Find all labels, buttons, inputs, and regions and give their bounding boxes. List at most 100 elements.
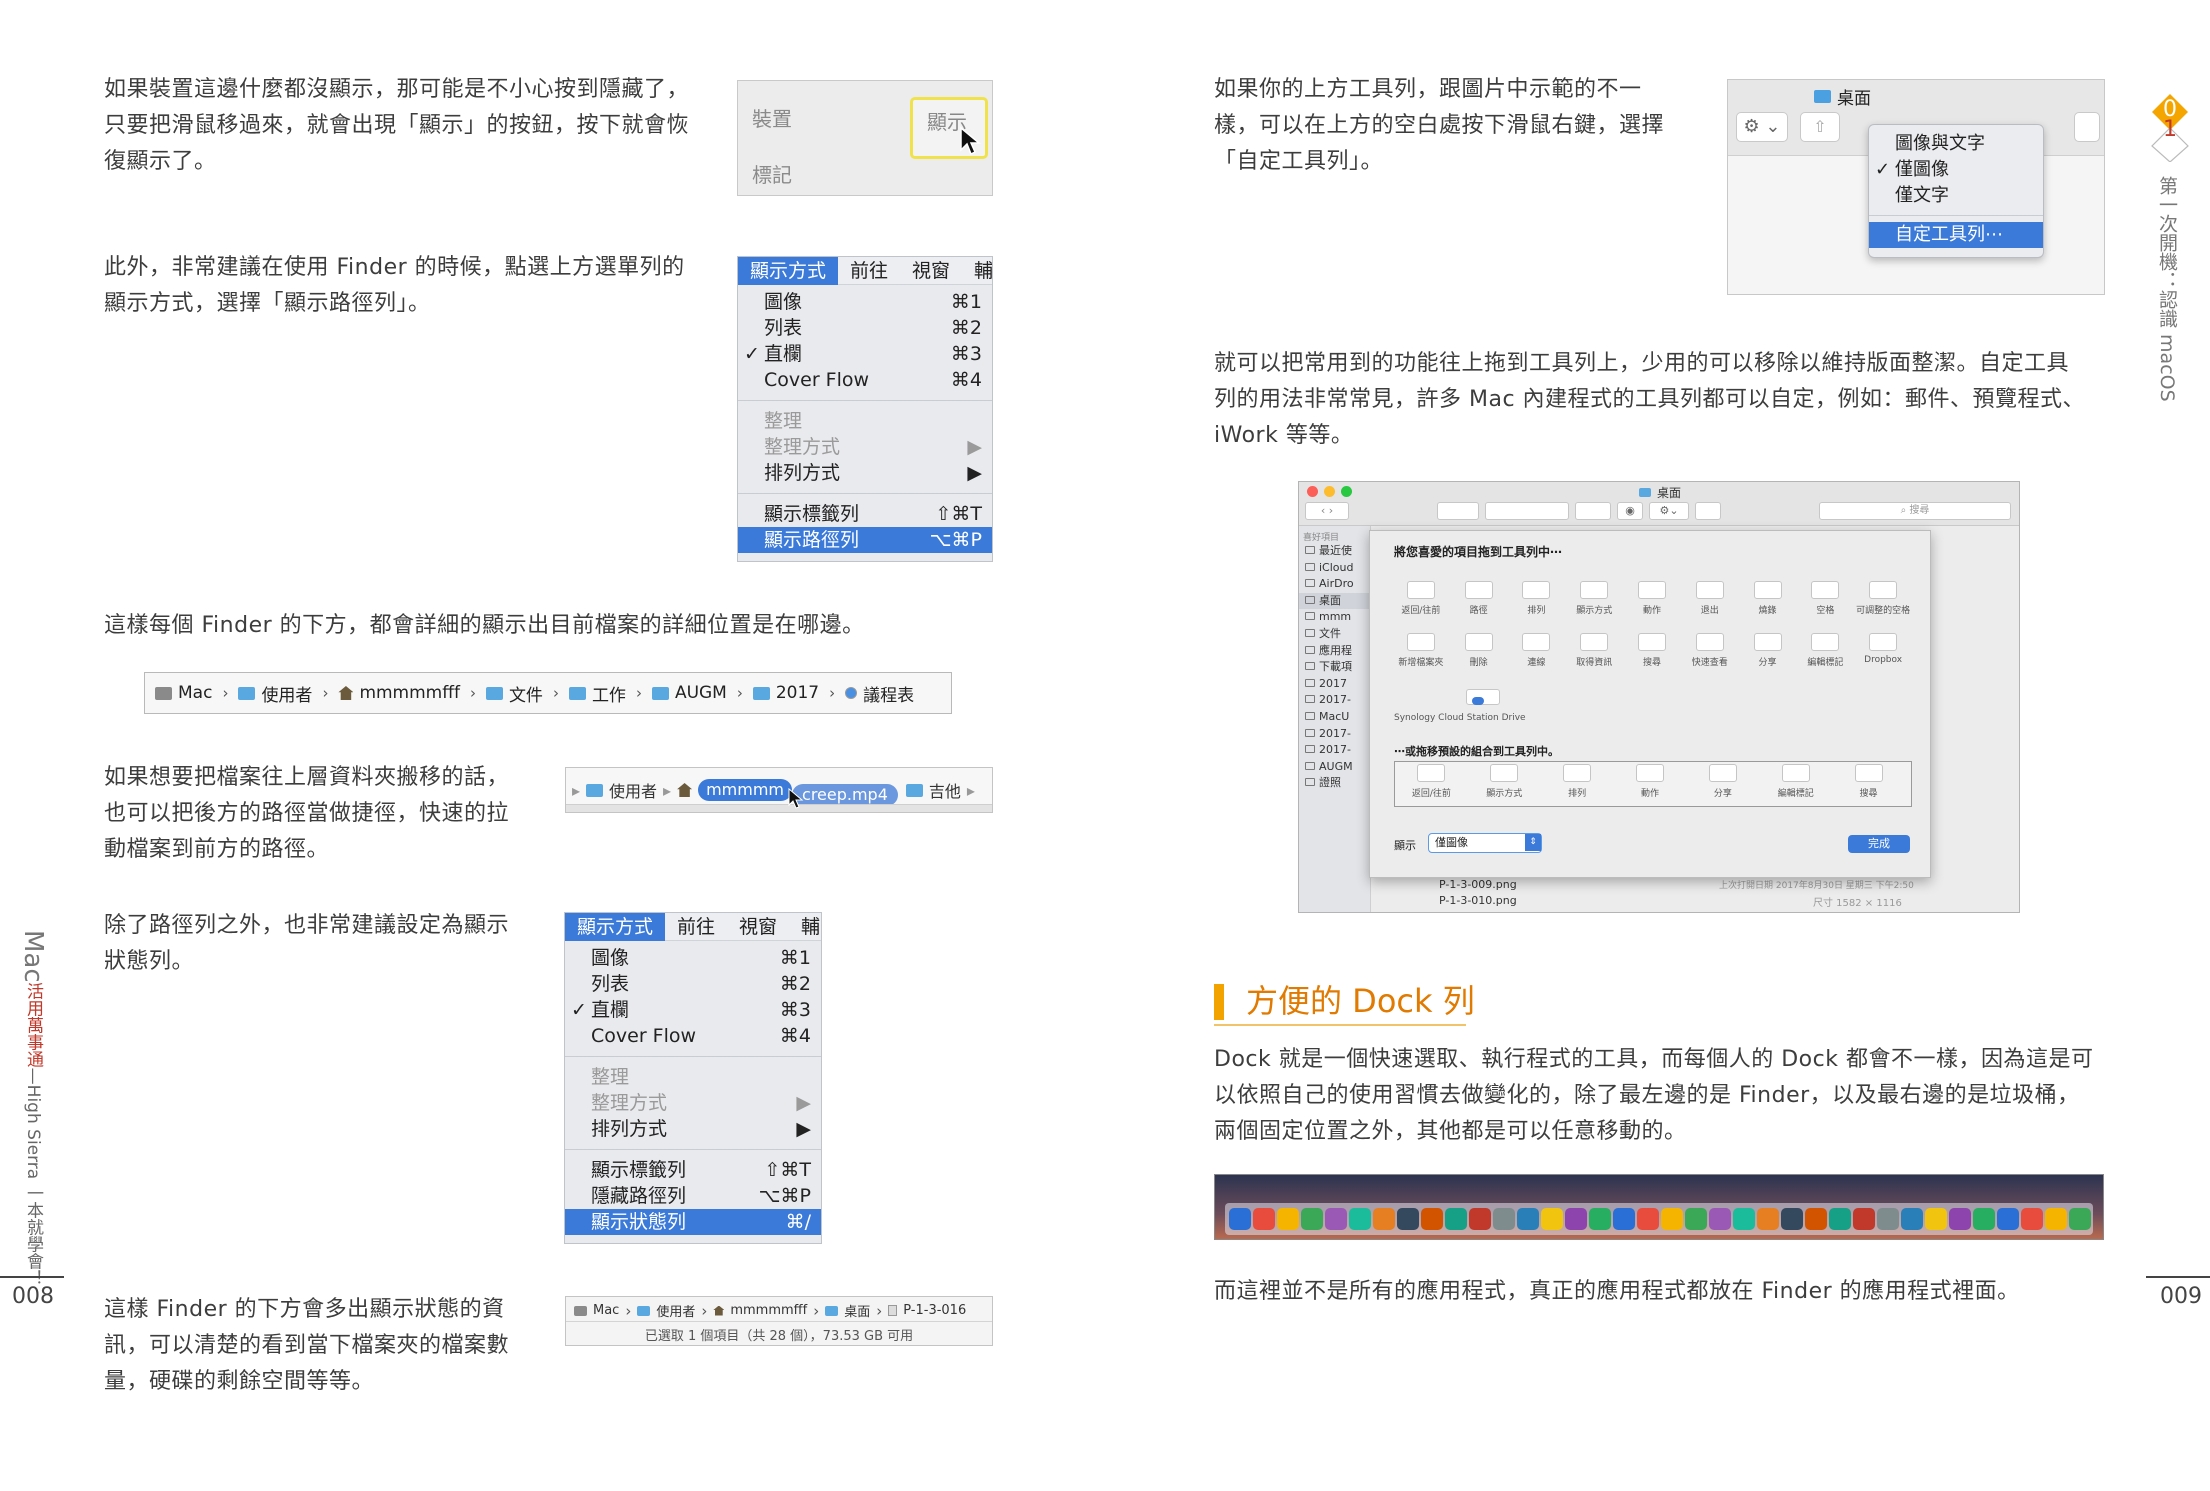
dock-app-icon[interactable] (1517, 1208, 1539, 1230)
dock-app-icon[interactable] (1301, 1208, 1323, 1230)
dock-app-icon[interactable] (2069, 1208, 2091, 1230)
dock-app-icon[interactable] (2045, 1208, 2067, 1230)
dock-app-icon[interactable] (1781, 1208, 1803, 1230)
menu-item-list[interactable]: 列表 ⌘2 (738, 315, 992, 341)
toolbar-item[interactable]: 分享 (1739, 633, 1797, 668)
dock-app-icon[interactable] (1685, 1208, 1707, 1230)
menu-item-icons[interactable]: 圖像 ⌘1 (565, 945, 821, 971)
done-button[interactable]: 完成 (1848, 835, 1910, 853)
menu-item-show-status-bar[interactable]: 顯示狀態列 ⌘/ (565, 1209, 821, 1235)
dock-app-icon[interactable] (1421, 1208, 1443, 1230)
share-icon[interactable]: ⇧ (1800, 112, 1840, 142)
toolbar-item[interactable]: 返回/往前 (1395, 764, 1468, 799)
show-button-highlight[interactable]: 顯示 (910, 97, 988, 159)
toolbar-item[interactable]: 退出 (1681, 581, 1739, 616)
zoom-window-icon[interactable] (1341, 486, 1352, 497)
menu-go[interactable]: 前往 (838, 257, 900, 285)
dock-app-icon[interactable] (1565, 1208, 1587, 1230)
arrange-button[interactable] (1437, 502, 1479, 520)
sidebar-item[interactable]: AUGM (1299, 759, 1370, 776)
toolbar-item[interactable]: 新增檔案夾 (1392, 633, 1450, 668)
menu-go[interactable]: 前往 (665, 913, 727, 941)
eye-icon[interactable]: ◉ (1617, 502, 1643, 520)
dock-app-icon[interactable] (1877, 1208, 1899, 1230)
sidebar-item[interactable]: 2017- (1299, 742, 1370, 759)
menu-item-icon-and-text[interactable]: 圖像與文字 (1869, 131, 2043, 157)
path-item-home[interactable]: mmmmmfff (338, 683, 460, 703)
path-item-mac[interactable]: Mac (155, 683, 212, 703)
share-icon[interactable] (1695, 502, 1721, 520)
dock-app-icon[interactable] (1637, 1208, 1659, 1230)
sidebar-item[interactable]: 文件 (1299, 626, 1370, 643)
search-field[interactable]: ⌕ 搜尋 (1819, 502, 2011, 520)
toolbar-item[interactable]: 分享 (1686, 764, 1759, 799)
sidebar-item[interactable]: mmm (1299, 609, 1370, 626)
path-guitar[interactable]: 吉他 (929, 778, 961, 802)
sidebar-item[interactable]: 2017- (1299, 726, 1370, 743)
toolbar-item[interactable]: 排列 (1541, 764, 1614, 799)
dock-app-icon[interactable] (2021, 1208, 2043, 1230)
toolbar-item[interactable]: 路徑 (1450, 581, 1508, 616)
dock-app-icon[interactable] (1853, 1208, 1875, 1230)
menu-item-list[interactable]: 列表 ⌘2 (565, 971, 821, 997)
toolbar-item[interactable]: 快速查看 (1681, 633, 1739, 668)
dock-app-icon[interactable] (1445, 1208, 1467, 1230)
path-item-work[interactable]: 工作 (568, 681, 626, 706)
toolbar-item[interactable]: 可調整的空格 (1854, 581, 1912, 616)
path-item-augm[interactable]: AUGM (651, 683, 727, 703)
dock-app-icon[interactable] (1277, 1208, 1299, 1230)
default-toolbar-set[interactable]: 返回/往前 顯示方式 排列 動作 分享 編輯標記 搜尋 (1394, 761, 1912, 807)
synology-icon[interactable] (1466, 689, 1500, 705)
gear-icon[interactable]: ⚙⌄ (1649, 502, 1689, 520)
sidebar-item[interactable]: 應用程 (1299, 643, 1370, 660)
sidebar-item[interactable]: 桌面 (1299, 592, 1370, 610)
dock-app-icon[interactable] (1493, 1208, 1515, 1230)
menu-item-show-tab-bar[interactable]: 顯示標籤列 ⇧⌘T (738, 501, 992, 527)
menu-item-sort-by[interactable]: 排列方式 ▶ (738, 460, 992, 486)
path-item-users[interactable]: 使用者 (238, 681, 312, 706)
toolbar-item[interactable]: 編輯標記 (1796, 633, 1854, 668)
dock-app-icon[interactable] (1805, 1208, 1827, 1230)
close-window-icon[interactable] (1307, 486, 1318, 497)
dock-app-icon[interactable] (1901, 1208, 1923, 1230)
menu-item-customize-toolbar[interactable]: 自定工具列⋯ (1869, 222, 2043, 248)
sidebar-item[interactable]: MacU (1299, 709, 1370, 726)
sidebar-item[interactable]: 最近使 (1299, 543, 1370, 560)
toolbar-item[interactable]: Dropbox (1854, 633, 1912, 665)
menu-view[interactable]: 顯示方式 (738, 257, 839, 285)
menu-item-cover-flow[interactable]: Cover Flow ⌘4 (565, 1023, 821, 1049)
sidebar-item[interactable]: 證照 (1299, 775, 1370, 792)
toolbar-item[interactable]: 燒錄 (1739, 581, 1797, 616)
dock-app-icon[interactable] (1229, 1208, 1251, 1230)
toolbar-item[interactable]: 顯示方式 (1468, 764, 1541, 799)
dock-app-icon[interactable] (1397, 1208, 1419, 1230)
path-home-drop-target[interactable]: mmmmm (698, 779, 793, 801)
menu-item-show-tab-bar[interactable]: 顯示標籤列 ⇧⌘T (565, 1157, 821, 1183)
file-row[interactable]: P-1-3-010.png (1439, 894, 1517, 907)
menu-help[interactable]: 輔 (962, 257, 992, 285)
dock-app-icon[interactable] (1541, 1208, 1563, 1230)
file-row[interactable]: P-1-3-009.png (1439, 878, 1517, 891)
dock-app-icon[interactable] (1973, 1208, 1995, 1230)
menu-item-sort-by[interactable]: 排列方式 ▶ (565, 1116, 821, 1142)
dock-app-icon[interactable] (1349, 1208, 1371, 1230)
dock-app-icon[interactable] (1829, 1208, 1851, 1230)
back-forward-button[interactable]: ‹ › (1305, 502, 1349, 520)
toolbar-item[interactable]: 搜尋 (1832, 764, 1905, 799)
menu-item-show-path-bar[interactable]: 顯示路徑列 ⌥⌘P (738, 527, 992, 553)
dock-app-icon[interactable] (1613, 1208, 1635, 1230)
path-item-agenda[interactable]: 議程表 (845, 681, 914, 706)
menu-view[interactable]: 顯示方式 (565, 913, 666, 941)
toolbar-item[interactable]: 動作 (1614, 764, 1687, 799)
menu-item-columns[interactable]: ✓ 直欄 ⌘3 (565, 997, 821, 1023)
dock-app-icon[interactable] (1733, 1208, 1755, 1230)
dock-app-icon[interactable] (1253, 1208, 1275, 1230)
toolbar-item[interactable]: 空格 (1796, 581, 1854, 616)
sidebar-item[interactable]: 下載項 (1299, 659, 1370, 676)
path-users[interactable]: 使用者 (609, 778, 657, 802)
menu-item-columns[interactable]: ✓ 直欄 ⌘3 (738, 341, 992, 367)
menu-item-icons[interactable]: 圖像 ⌘1 (738, 289, 992, 315)
toolbar-item[interactable]: 搜尋 (1623, 633, 1681, 668)
toolbar-item[interactable]: 顯示方式 (1565, 581, 1623, 616)
toolbar-item[interactable]: 刪除 (1450, 633, 1508, 668)
